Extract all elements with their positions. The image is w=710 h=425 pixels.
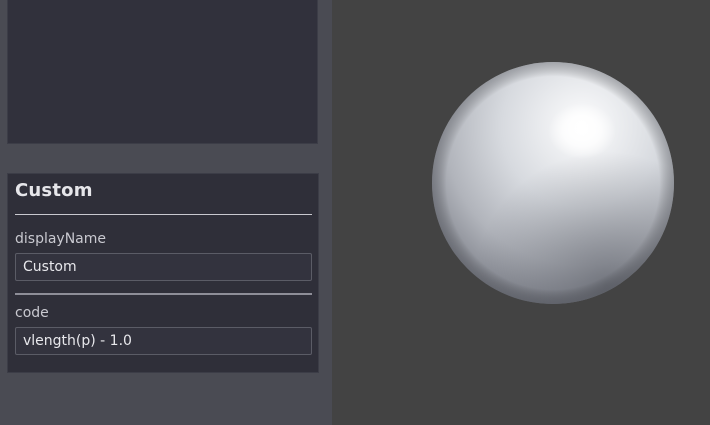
sphere-preview — [432, 62, 674, 304]
node-preview-area — [7, 0, 318, 144]
field-divider — [15, 293, 312, 295]
sphere-rim — [432, 62, 674, 304]
node-title: Custom — [15, 180, 93, 201]
app-window: Custom displayName code — [0, 0, 710, 425]
node-properties-panel: Custom displayName code — [7, 173, 319, 373]
render-viewport[interactable] — [332, 0, 710, 425]
code-label: code — [15, 305, 49, 321]
title-divider — [15, 214, 312, 215]
displayname-input[interactable] — [15, 253, 312, 281]
code-input[interactable] — [15, 327, 312, 355]
displayname-label: displayName — [15, 231, 107, 247]
properties-sidebar: Custom displayName code — [0, 0, 332, 425]
sphere-highlight — [548, 103, 616, 159]
